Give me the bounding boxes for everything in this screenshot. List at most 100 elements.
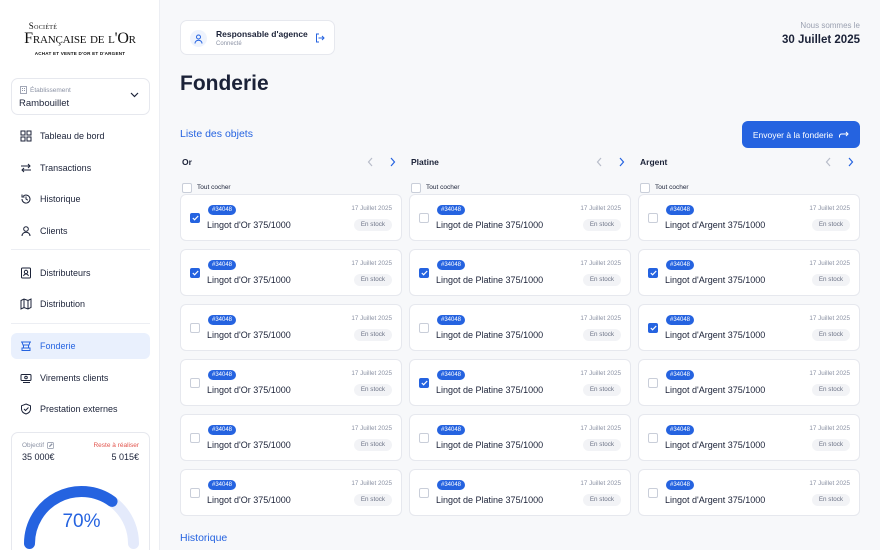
- chevron-left-icon[interactable]: [367, 157, 374, 167]
- user-card[interactable]: Responsable d'agence Connecté: [180, 20, 335, 55]
- history-icon: [21, 194, 31, 204]
- item-checkbox[interactable]: [648, 433, 658, 443]
- item-card[interactable]: #34048 Lingot de Platine 375/1000 17 Juill…: [409, 469, 631, 516]
- status-badge: En stock: [582, 494, 621, 506]
- status-badge: En stock: [811, 384, 850, 396]
- edit-icon[interactable]: [47, 442, 54, 449]
- check-all-checkbox[interactable]: [411, 182, 421, 193]
- item-card[interactable]: #34048 Lingot d'Or 375/1000 17 Juillet 202…: [180, 194, 402, 241]
- item-id-badge: #34048: [208, 260, 237, 270]
- item-date: 17 Juillet 2025: [580, 480, 621, 487]
- item-card[interactable]: #34048 Lingot de Platine 375/1000 17 Juill…: [409, 194, 631, 241]
- establishment-select[interactable]: Établissement Rambouillet: [11, 78, 150, 115]
- item-card[interactable]: #34048 Lingot d'Or 375/1000 17 Juillet 202…: [180, 304, 402, 351]
- sidebar-item-virements-clients[interactable]: Virements clients: [11, 365, 150, 391]
- sidebar-item-transactions[interactable]: Transactions: [11, 155, 150, 181]
- item-checkbox[interactable]: [190, 323, 200, 333]
- dashboard-icon: [20, 130, 32, 142]
- item-card[interactable]: #34048 Lingot d'Or 375/1000 17 Juillet 202…: [180, 414, 402, 461]
- map-icon: [20, 298, 32, 310]
- item-card[interactable]: #34048 Lingot d'Argent 375/1000 17 Juillet…: [638, 249, 860, 296]
- item-checkbox[interactable]: [419, 268, 429, 278]
- item-card[interactable]: #34048 Lingot d'Or 375/1000 17 Juillet 202…: [180, 249, 402, 296]
- item-card[interactable]: #34048 Lingot d'Or 375/1000 17 Juillet 202…: [180, 469, 402, 516]
- item-checkbox[interactable]: [190, 433, 200, 443]
- item-checkbox[interactable]: [648, 213, 658, 223]
- item-checkbox[interactable]: [648, 323, 658, 333]
- sidebar-item-tableau-de-bord[interactable]: Tableau de bord: [11, 123, 150, 149]
- item-id-badge: #34048: [666, 370, 695, 380]
- check-all-checkbox[interactable]: [640, 182, 650, 193]
- item-card[interactable]: #34048 Lingot d'Argent 375/1000 17 Juillet…: [638, 194, 860, 241]
- item-checkbox[interactable]: [648, 378, 658, 388]
- item-card[interactable]: #34048 Lingot de Platine 375/1000 17 Juill…: [409, 304, 631, 351]
- item-card[interactable]: #34048 Lingot de Platine 375/1000 17 Juill…: [409, 414, 631, 461]
- item-checkbox[interactable]: [648, 488, 658, 498]
- item-name: Lingot d'Or 375/1000: [207, 220, 291, 230]
- sidebar-item-label: Tableau de bord: [40, 131, 105, 141]
- item-date: 17 Juillet 2025: [580, 260, 621, 267]
- send-to-foundry-button[interactable]: Envoyer à la fonderie: [742, 121, 860, 148]
- status-badge: En stock: [353, 384, 392, 396]
- sidebar-item-prestation-externes[interactable]: Prestation externes: [11, 396, 150, 422]
- sidebar-item-clients[interactable]: Clients: [11, 218, 150, 244]
- item-checkbox[interactable]: [190, 378, 200, 388]
- sidebar-item-distributeurs[interactable]: Distributeurs: [11, 260, 150, 286]
- chevron-right-icon[interactable]: [618, 157, 625, 167]
- chevron-left-icon[interactable]: [596, 157, 603, 167]
- nav-divider: [11, 323, 150, 324]
- distributor-icon: [21, 267, 31, 279]
- status-badge: En stock: [353, 329, 392, 341]
- check-all-checkbox[interactable]: [182, 182, 192, 193]
- item-id-badge: #34048: [437, 315, 466, 325]
- item-id-badge: #34048: [208, 425, 237, 435]
- date-value: 30 Juillet 2025: [782, 34, 860, 46]
- goal-percent: 70%: [62, 511, 101, 532]
- item-checkbox[interactable]: [419, 213, 429, 223]
- logout-icon[interactable]: [315, 33, 325, 43]
- establishment-value: Rambouillet: [19, 98, 70, 109]
- chevron-right-icon[interactable]: [389, 157, 396, 167]
- establishment-label: Établissement: [30, 86, 71, 94]
- item-checkbox[interactable]: [190, 268, 200, 278]
- establishment-label-wrap: Établissement: [20, 86, 71, 94]
- column-or: Or Tout cocher #34048 Lingot d'Or 375/1000 1…: [180, 155, 402, 516]
- goal-remaining-label: Reste à réaliser: [93, 442, 139, 449]
- column-header: Argent: [638, 155, 860, 171]
- arrow-right-icon: [839, 131, 849, 137]
- brand-logo[interactable]: Société Française de l'Or ACHAT ET VENTE…: [0, 22, 160, 57]
- item-card[interactable]: #34048 Lingot d'Argent 375/1000 17 Juillet…: [638, 414, 860, 461]
- sidebar-item-label: Prestation externes: [40, 404, 118, 414]
- transfer-money-icon: [20, 374, 32, 383]
- item-card[interactable]: #34048 Lingot de Platine 375/1000 17 Juill…: [409, 249, 631, 296]
- chevron-down-icon: [130, 92, 139, 98]
- item-checkbox[interactable]: [419, 323, 429, 333]
- status-badge: En stock: [582, 384, 621, 396]
- status-badge: En stock: [811, 274, 850, 286]
- item-card[interactable]: #34048 Lingot d'Argent 375/1000 17 Juillet…: [638, 359, 860, 406]
- column-title: Argent: [640, 157, 668, 167]
- sidebar-item-distribution[interactable]: Distribution: [11, 291, 150, 317]
- item-checkbox[interactable]: [419, 378, 429, 388]
- item-card[interactable]: #34048 Lingot de Platine 375/1000 17 Juill…: [409, 359, 631, 406]
- sidebar-item-fonderie[interactable]: Fonderie: [11, 333, 150, 359]
- item-checkbox[interactable]: [648, 268, 658, 278]
- item-card[interactable]: #34048 Lingot d'Argent 375/1000 17 Juillet…: [638, 304, 860, 351]
- sidebar-item-label: Clients: [40, 226, 68, 236]
- chevron-left-icon[interactable]: [825, 157, 832, 167]
- item-checkbox[interactable]: [419, 488, 429, 498]
- main-content: Responsable d'agence Connecté Nous somme…: [160, 0, 880, 550]
- item-checkbox[interactable]: [190, 213, 200, 223]
- item-checkbox[interactable]: [190, 488, 200, 498]
- item-name: Lingot d'Argent 375/1000: [665, 385, 766, 395]
- item-id-badge: #34048: [666, 315, 695, 325]
- column-header: Or: [180, 155, 402, 171]
- item-name: Lingot d'Or 375/1000: [207, 440, 291, 450]
- item-checkbox[interactable]: [419, 433, 429, 443]
- sidebar-item-historique[interactable]: Historique: [11, 186, 150, 212]
- item-card[interactable]: #34048 Lingot d'Or 375/1000 17 Juillet 202…: [180, 359, 402, 406]
- item-card[interactable]: #34048 Lingot d'Argent 375/1000 17 Juillet…: [638, 469, 860, 516]
- status-badge: En stock: [582, 219, 621, 231]
- status-badge: En stock: [353, 439, 392, 451]
- chevron-right-icon[interactable]: [847, 157, 854, 167]
